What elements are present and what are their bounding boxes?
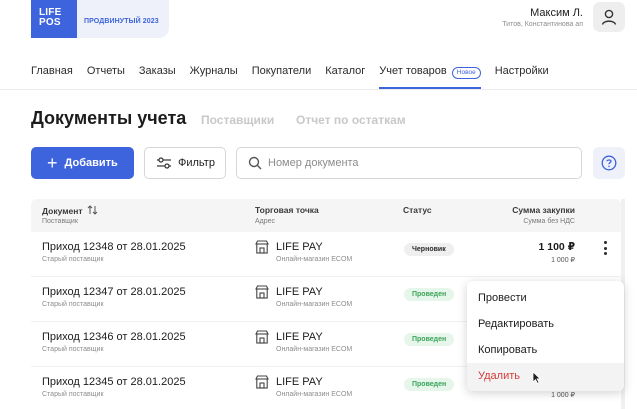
- dot-icon: [603, 241, 607, 244]
- add-button[interactable]: + Добавить: [31, 147, 134, 179]
- col-document-subheader: Поставщик: [42, 218, 78, 225]
- sort-icon[interactable]: [87, 205, 98, 215]
- row-context-menu: Провести Редактировать Копировать Удалит…: [467, 281, 624, 391]
- user-organization: Титов, Константинова ап: [502, 21, 583, 28]
- tab-suppliers[interactable]: Поставщики: [201, 113, 274, 127]
- store-icon: [255, 240, 269, 254]
- nav-item-journals[interactable]: Журналы: [190, 59, 238, 89]
- help-button[interactable]: [593, 147, 625, 179]
- col-store-header: Торговая точка: [255, 205, 319, 215]
- add-button-label: Добавить: [64, 157, 118, 169]
- mouse-cursor-icon: [532, 371, 541, 384]
- menu-item-post[interactable]: Провести: [467, 285, 624, 311]
- store-name: LIFE PAY: [276, 376, 323, 388]
- document-title[interactable]: Приход 12347 от 28.01.2025: [42, 286, 186, 298]
- status-badge: Черновик: [404, 243, 454, 256]
- store-name: LIFE PAY: [276, 241, 323, 253]
- nav-item-inventory[interactable]: Учет товаров Новое: [379, 59, 482, 89]
- status-badge: Проведен: [404, 288, 455, 301]
- col-document-header[interactable]: Документ: [42, 205, 98, 216]
- filter-button-label: Фильтр: [178, 157, 215, 169]
- store-name: LIFE PAY: [276, 286, 323, 298]
- status-badge: Проведен: [404, 378, 455, 391]
- more-actions-button[interactable]: [600, 238, 610, 258]
- nav-divider: [0, 89, 637, 90]
- question-icon: [601, 155, 617, 171]
- supplier-name: Старый поставщик: [42, 391, 104, 398]
- col-status-header: Статус: [403, 205, 432, 215]
- purchase-sum: 1 100 ₽: [538, 241, 576, 253]
- tab-stock-report[interactable]: Отчет по остаткам: [296, 113, 406, 127]
- nav-item-settings[interactable]: Настройки: [495, 59, 549, 89]
- document-title[interactable]: Приход 12345 от 28.01.2025: [42, 376, 186, 388]
- main-nav: Главная Отчеты Заказы Журналы Покупатели…: [31, 59, 563, 89]
- col-sum-header: Сумма закупки: [512, 205, 575, 215]
- search-icon: [248, 156, 262, 170]
- dot-icon: [603, 246, 607, 250]
- search-box[interactable]: [236, 147, 582, 179]
- menu-item-edit[interactable]: Редактировать: [467, 311, 624, 337]
- logo-line-2: POS: [39, 17, 61, 28]
- user-avatar-button[interactable]: [593, 2, 625, 32]
- nav-item-catalog[interactable]: Каталог: [325, 59, 365, 89]
- supplier-name: Старый поставщик: [42, 346, 104, 353]
- user-name[interactable]: Максим Л.: [530, 7, 583, 19]
- app-logo[interactable]: LIFE POS: [31, 0, 77, 38]
- menu-item-copy[interactable]: Копировать: [467, 337, 624, 363]
- supplier-name: Старый поставщик: [42, 256, 104, 263]
- store-address: Онлайн-магазин ECOM: [276, 256, 353, 263]
- status-badge: Проведен: [404, 333, 455, 346]
- search-input[interactable]: [268, 157, 558, 169]
- store-name: LIFE PAY: [276, 331, 323, 343]
- document-title[interactable]: Приход 12348 от 28.01.2025: [42, 241, 186, 253]
- store-address: Онлайн-магазин ECOM: [276, 346, 353, 353]
- sum-without-vat: 1 000 ₽: [551, 257, 575, 264]
- nav-item-reports[interactable]: Отчеты: [87, 59, 125, 89]
- store-icon: [255, 375, 269, 389]
- new-badge: Новое: [451, 67, 481, 79]
- store-icon: [255, 330, 269, 344]
- nav-item-customers[interactable]: Покупатели: [252, 59, 312, 89]
- brand-panel: LIFE POS ПРОДВИНУТЫЙ 2023: [31, 0, 169, 38]
- menu-item-delete[interactable]: Удалить: [467, 363, 624, 391]
- page-title[interactable]: Документы учета: [31, 108, 186, 129]
- sliders-icon: [157, 157, 171, 169]
- supplier-name: Старый поставщик: [42, 301, 104, 308]
- store-address: Онлайн-магазин ECOM: [276, 391, 353, 398]
- sum-without-vat: 1 000 ₽: [551, 392, 575, 399]
- col-sum-subheader: Сумма без НДС: [523, 218, 575, 225]
- plan-label: ПРОДВИНУТЫЙ 2023: [84, 18, 159, 25]
- plus-icon: +: [47, 153, 58, 173]
- store-address: Онлайн-магазин ECOM: [276, 301, 353, 308]
- store-icon: [255, 285, 269, 299]
- user-icon: [601, 9, 617, 25]
- filter-button[interactable]: Фильтр: [144, 147, 226, 179]
- table-header: Документ Поставщик Торговая точка Адрес …: [31, 199, 621, 232]
- header: LIFE POS ПРОДВИНУТЫЙ 2023 Максим Л. Тито…: [0, 0, 637, 50]
- nav-item-home[interactable]: Главная: [31, 59, 73, 89]
- document-title[interactable]: Приход 12346 от 28.01.2025: [42, 331, 186, 343]
- table-row[interactable]: Приход 12348 от 28.01.2025 Старый постав…: [31, 232, 621, 277]
- nav-item-orders[interactable]: Заказы: [139, 59, 176, 89]
- dot-icon: [603, 252, 607, 255]
- col-store-subheader: Адрес: [255, 218, 276, 225]
